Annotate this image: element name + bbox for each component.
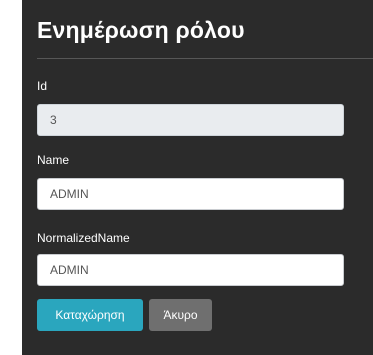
- cancel-button[interactable]: Άκυρο: [149, 299, 212, 331]
- page-title: Ενημέρωση ρόλου: [37, 17, 245, 43]
- id-label: Id: [37, 79, 48, 93]
- name-label: Name: [37, 153, 70, 167]
- submit-button[interactable]: Καταχώρηση: [37, 299, 143, 331]
- name-field[interactable]: [37, 178, 344, 210]
- normalized-name-label: NormalizedName: [37, 231, 130, 245]
- id-field[interactable]: [37, 104, 344, 136]
- edit-role-panel: Ενημέρωση ρόλου Id Name NormalizedName Κ…: [22, 0, 373, 355]
- title-divider: [37, 58, 373, 59]
- normalized-name-field[interactable]: [37, 254, 344, 286]
